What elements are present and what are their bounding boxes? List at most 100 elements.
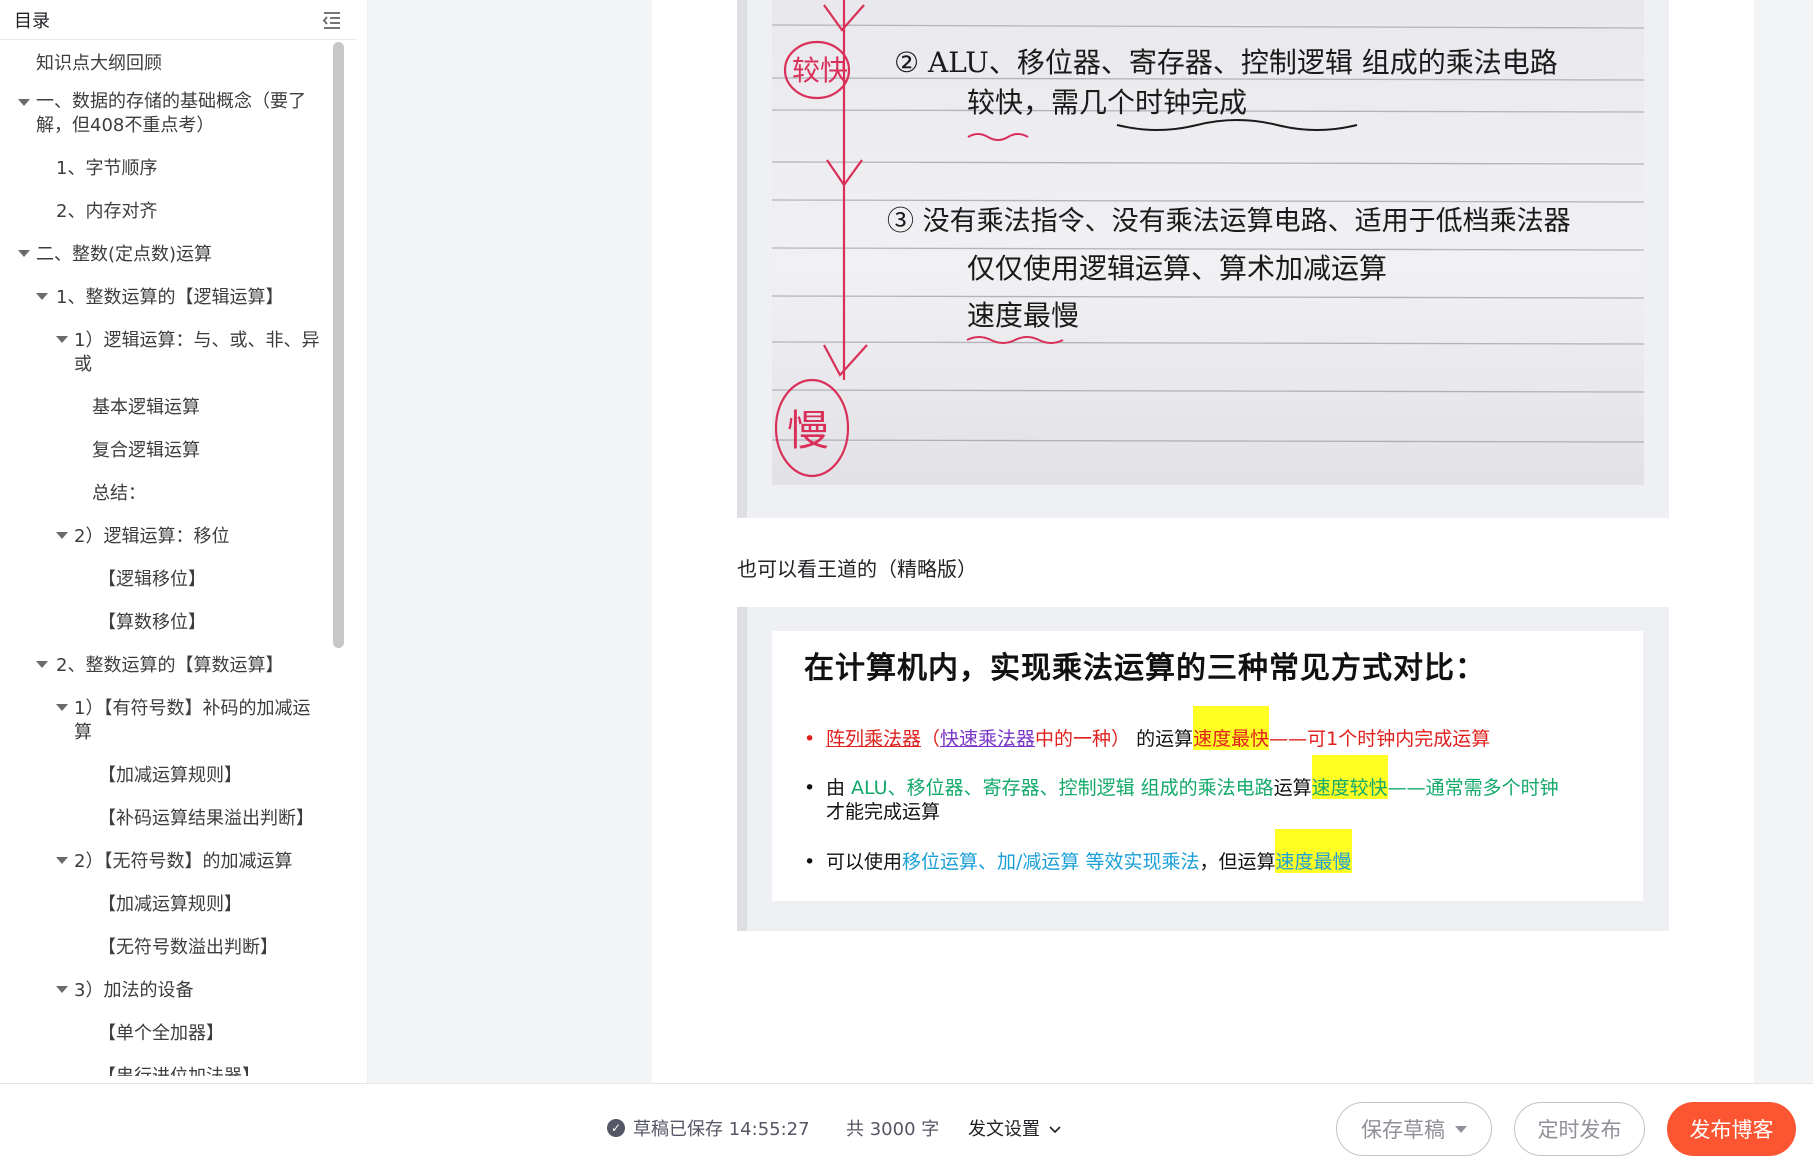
publish-label: 发布博客: [1689, 1118, 1774, 1142]
toc-item[interactable]: 【补码运算结果溢出判断】: [12, 796, 334, 839]
toc-sidebar: 目录 知识点大纲回顾 一、数据的存储的基础概念（要了解，但408不重点考） 1、…: [0, 0, 368, 1083]
toc-item[interactable]: 【无符号数溢出判断】: [12, 925, 334, 968]
note-line-3: ③ 没有乘法指令、没有乘法运算电路、适用于低档乘法器: [887, 206, 1571, 237]
toc-item-label: 二、整数(定点数)运算: [36, 244, 213, 265]
toc-item[interactable]: 1）【有符号数】补码的加减运算: [12, 686, 334, 753]
caret-down-icon[interactable]: [56, 857, 68, 864]
save-draft-label: 保存草稿: [1361, 1118, 1445, 1142]
toc-item[interactable]: 基本逻辑运算: [12, 385, 334, 428]
note-line-2: ② ALU、移位器、寄存器、控制逻辑 组成的乘法电路: [894, 46, 1558, 79]
caret-down-icon[interactable]: [18, 250, 30, 257]
toc-item[interactable]: 总结：: [12, 471, 334, 514]
mark-top: 较快: [792, 54, 848, 87]
toc-item[interactable]: 一、数据的存储的基础概念（要了解，但408不重点考）: [12, 84, 334, 146]
toc-item[interactable]: 【串行进位加法器】: [12, 1054, 334, 1076]
caret-down-icon[interactable]: [18, 99, 30, 106]
save-status: ✓ 草稿已保存 14:55:27: [607, 1115, 810, 1141]
highlight-text: 速度较快: [1311, 755, 1388, 799]
toc-item[interactable]: 1）逻辑运算：与、或、非、异或: [12, 318, 334, 385]
note-line-2b: 较快，需几个时钟完成: [967, 86, 1247, 119]
text-run: 可以使用: [826, 851, 903, 873]
toc-item-label: 1、整数运算的【逻辑运算】: [56, 287, 284, 308]
toc-item[interactable]: 【加减运算规则】: [12, 753, 334, 796]
toc-item[interactable]: 2、整数运算的【算数运算】: [12, 643, 334, 686]
text-run: 中的一种）: [1035, 728, 1131, 750]
toc-item[interactable]: 1、字节顺序: [12, 146, 334, 189]
caret-down-icon[interactable]: [36, 293, 48, 300]
bottom-toolbar: ✓ 草稿已保存 14:55:27 共 3000 字 发文设置 保存草稿 定时发布…: [0, 1083, 1813, 1170]
text-run: 运算: [1273, 777, 1312, 799]
toc-item-label: 【逻辑移位】: [98, 569, 206, 590]
word-count: 共 3000 字: [846, 1119, 940, 1140]
toc-header: 目录: [0, 0, 357, 40]
text-run: 的运算: [1130, 728, 1194, 750]
toc-item[interactable]: 2）【无符号数】的加减运算: [12, 839, 334, 882]
toc-scrollbar[interactable]: [333, 42, 344, 648]
toc-item[interactable]: 二、整数(定点数)运算: [12, 232, 334, 275]
toc-item[interactable]: 2）逻辑运算：移位: [12, 514, 334, 557]
caret-down-icon[interactable]: [56, 986, 68, 993]
toc-collapse-icon[interactable]: [321, 9, 343, 31]
toc-item-label: 【加减运算规则】: [98, 765, 242, 786]
toc-item-label: 【无符号数溢出判断】: [98, 937, 278, 958]
check-circle-icon: ✓: [607, 1119, 625, 1137]
handwritten-notes-image: 较快 ② ALU、移位器、寄存器、控制逻辑 组成的乘法电路 较快，需几个时钟完成…: [772, 0, 1644, 485]
mark-bottom: 慢: [787, 406, 829, 455]
save-status-text: 草稿已保存 14:55:27: [633, 1119, 810, 1140]
caret-down-icon[interactable]: [56, 532, 68, 539]
toc-list: 知识点大纲回顾 一、数据的存储的基础概念（要了解，但408不重点考） 1、字节顺…: [12, 46, 334, 1076]
bullet-dot-icon: •: [804, 851, 816, 873]
slide-bullet: • 阵列乘法器（快速乘法器中的一种） 的运算速度最快——可1个时钟内完成运算: [804, 706, 1619, 751]
toc-item[interactable]: 【算数移位】: [12, 600, 334, 643]
toc-item-label: 【算数移位】: [98, 612, 206, 633]
toc-item-label: 2、整数运算的【算数运算】: [56, 655, 284, 676]
slide-bullet: • 可以使用移位运算、加/减运算 等效实现乘法，但运算速度最慢: [804, 829, 1619, 874]
toc-item-label: 知识点大纲回顾: [36, 53, 162, 74]
toc-item[interactable]: 【逻辑移位】: [12, 557, 334, 600]
text-run: ——通常需多个时钟: [1387, 777, 1559, 799]
toc-item-label: 【加减运算规则】: [98, 894, 242, 915]
slide-title: 在计算机内，实现乘法运算的三种常见方式对比：: [804, 651, 1486, 686]
schedule-label: 定时发布: [1537, 1118, 1622, 1142]
text-run: ，但运算: [1199, 851, 1276, 873]
caret-down-icon[interactable]: [56, 336, 68, 343]
text-run: 移位运算、加/减运算 等效实现乘法: [902, 851, 1200, 873]
schedule-publish-button[interactable]: 定时发布: [1514, 1102, 1645, 1156]
text-run: ALU、移位器、寄存器、控制逻辑 组成的乘法电路: [851, 777, 1274, 799]
chevron-down-icon: [1049, 1126, 1061, 1134]
post-settings-label: 发文设置: [968, 1119, 1040, 1140]
note-line-3c: 速度最慢: [967, 299, 1079, 332]
toc-item-label: 2、内存对齐: [56, 201, 158, 222]
toc-item[interactable]: 复合逻辑运算: [12, 428, 334, 471]
caret-down-icon[interactable]: [1455, 1125, 1467, 1133]
save-draft-button[interactable]: 保存草稿: [1336, 1102, 1492, 1156]
toc-item-label: 总结：: [92, 483, 146, 504]
toc-item[interactable]: 知识点大纲回顾: [12, 46, 334, 84]
toc-item[interactable]: 【加减运算规则】: [12, 882, 334, 925]
highlight-text: 速度最慢: [1275, 829, 1352, 873]
toc-item-label: 【单个全加器】: [98, 1023, 224, 1044]
toc-item-label: 基本逻辑运算: [92, 397, 200, 418]
toc-item-label: 一、数据的存储的基础概念（要了解，但408不重点考）: [36, 91, 306, 136]
text-run: 才能完成运算: [826, 801, 941, 823]
toc-item[interactable]: 【单个全加器】: [12, 1011, 334, 1054]
toc-item-label: 【补码运算结果溢出判断】: [98, 808, 314, 829]
bullet-dot-icon: •: [804, 728, 816, 750]
post-settings-button[interactable]: 发文设置: [968, 1115, 1062, 1141]
caret-down-icon[interactable]: [36, 661, 48, 668]
toc-item[interactable]: 2、内存对齐: [12, 189, 334, 232]
highlight-text: 速度最快: [1193, 706, 1270, 750]
toc-item-label: 复合逻辑运算: [92, 440, 200, 461]
toc-item[interactable]: 1、整数运算的【逻辑运算】: [12, 275, 334, 318]
publish-button[interactable]: 发布博客: [1667, 1102, 1796, 1156]
text-run: ——可1个时钟内完成运算: [1269, 728, 1491, 750]
caret-down-icon[interactable]: [56, 704, 68, 711]
slide-image: 在计算机内，实现乘法运算的三种常见方式对比： • 阵列乘法器（快速乘法器中的一种）…: [772, 631, 1643, 901]
toc-item-label: 【串行进位加法器】: [12, 1065, 326, 1076]
text-run: 快速乘法器: [940, 728, 1036, 750]
toc-item[interactable]: 3）加法的设备: [12, 968, 334, 1011]
toc-item-label: 1、字节顺序: [56, 158, 158, 179]
text-run: （: [921, 728, 941, 750]
paragraph-text: 也可以看王道的（精略版）: [737, 557, 977, 581]
toc-item-label: 1）逻辑运算：与、或、非、异或: [74, 330, 320, 375]
